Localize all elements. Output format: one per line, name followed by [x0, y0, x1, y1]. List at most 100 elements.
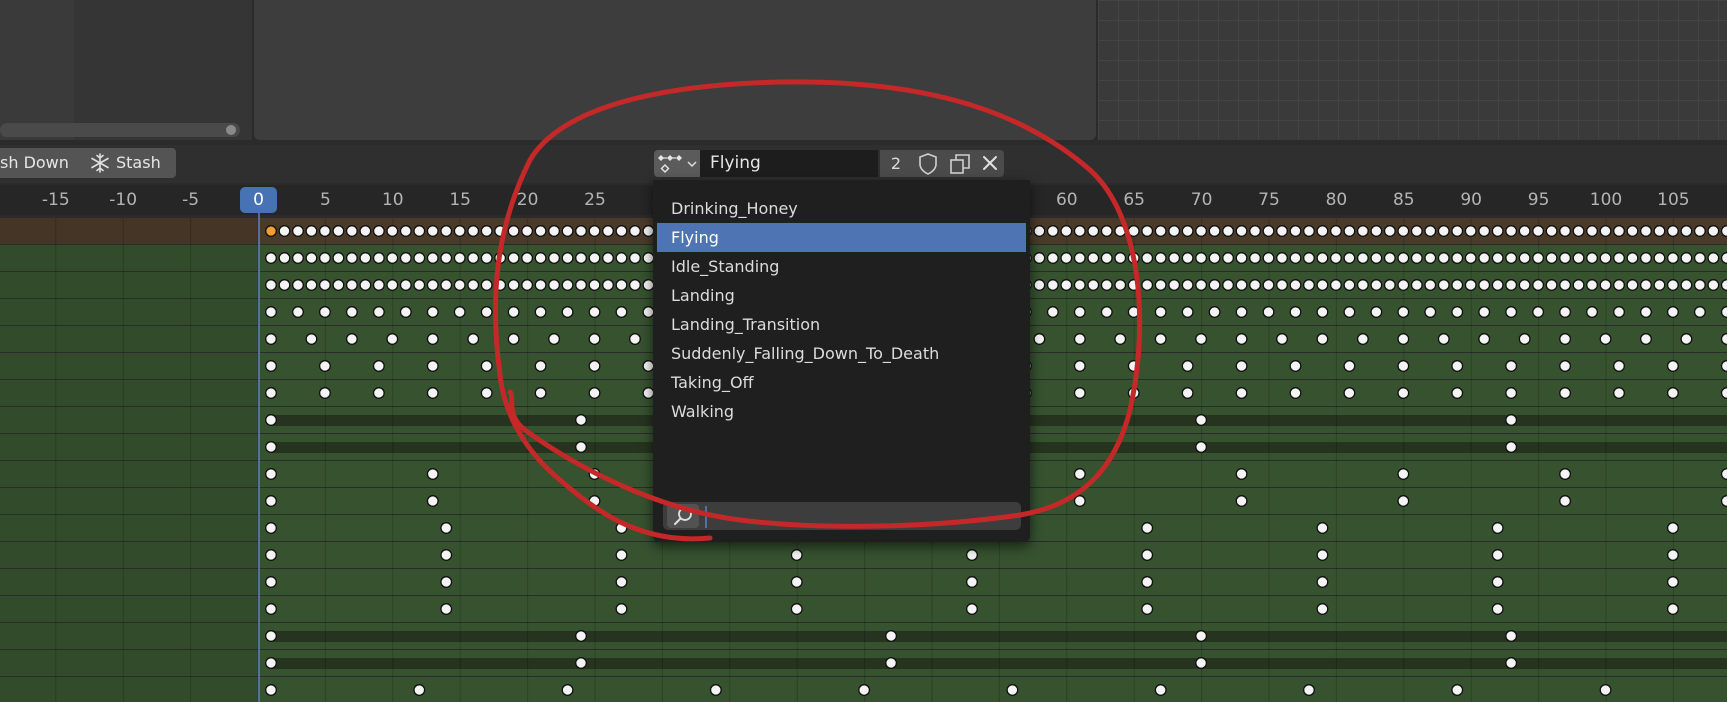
keyframe[interactable] — [507, 306, 520, 318]
keyframe[interactable] — [1505, 414, 1518, 426]
keyframe[interactable] — [615, 279, 628, 291]
keyframe[interactable] — [790, 603, 803, 615]
user-count-badge[interactable]: 2 — [880, 150, 912, 177]
keyframe[interactable] — [521, 225, 534, 237]
keyframe[interactable] — [1356, 333, 1369, 345]
keyframe[interactable] — [629, 279, 641, 291]
keyframe[interactable] — [1383, 279, 1396, 291]
keyframe[interactable] — [1707, 225, 1720, 237]
keyframe[interactable] — [534, 252, 547, 264]
keyframe[interactable] — [1666, 360, 1679, 372]
keyframe[interactable] — [1343, 306, 1356, 318]
keyframe[interactable] — [1343, 225, 1356, 237]
keyframe[interactable] — [575, 441, 587, 453]
keyframe[interactable] — [1451, 279, 1464, 291]
action-item[interactable]: Walking — [657, 397, 1026, 426]
keyframe[interactable] — [1397, 225, 1410, 237]
keyframe[interactable] — [1532, 252, 1545, 264]
keyframe[interactable] — [399, 306, 412, 318]
keyframe[interactable] — [1073, 333, 1086, 345]
keyframe[interactable] — [1289, 306, 1302, 318]
keyframe[interactable] — [467, 252, 480, 264]
keyframe[interactable] — [1424, 279, 1437, 291]
keyframe[interactable] — [265, 576, 277, 588]
keyframe[interactable] — [1235, 387, 1248, 399]
keyframe[interactable] — [615, 252, 628, 264]
keyframe[interactable] — [1276, 225, 1288, 237]
keyframe[interactable] — [453, 279, 466, 291]
keyframe[interactable] — [467, 333, 480, 345]
keyframe[interactable] — [575, 630, 587, 642]
keyframe[interactable] — [1437, 252, 1450, 264]
keyframe[interactable] — [588, 252, 601, 264]
keyframe[interactable] — [372, 279, 385, 291]
keyframe[interactable] — [1100, 225, 1113, 237]
keyframe[interactable] — [265, 684, 277, 696]
keyframe[interactable] — [602, 279, 614, 291]
keyframe[interactable] — [1033, 225, 1046, 237]
keyframe[interactable] — [1666, 306, 1679, 318]
keyframe[interactable] — [1316, 576, 1329, 588]
keyframe[interactable] — [1249, 252, 1261, 264]
keyframe[interactable] — [1289, 252, 1302, 264]
keyframe[interactable] — [1181, 387, 1194, 399]
unlink-action-button[interactable] — [976, 150, 1004, 177]
keyframe[interactable] — [1559, 468, 1572, 480]
keyframe[interactable] — [386, 279, 399, 291]
keyframe[interactable] — [1559, 279, 1572, 291]
keyframe[interactable] — [1073, 279, 1086, 291]
fake-user-button[interactable] — [912, 150, 944, 177]
keyframe[interactable] — [1572, 225, 1585, 237]
keyframe[interactable] — [426, 387, 439, 399]
keyframe[interactable] — [1073, 387, 1086, 399]
keyframe[interactable] — [1491, 279, 1504, 291]
keyframe[interactable] — [1356, 225, 1369, 237]
keyframe[interactable] — [1370, 279, 1383, 291]
keyframe[interactable] — [278, 225, 291, 237]
keyframe[interactable] — [1464, 252, 1477, 264]
keyframe[interactable] — [1410, 225, 1423, 237]
keyframe[interactable] — [1720, 360, 1727, 372]
keyframe[interactable] — [1087, 279, 1100, 291]
horizontal-scrollbar[interactable] — [0, 123, 240, 137]
keyframe[interactable] — [1680, 225, 1693, 237]
keyframe[interactable] — [345, 333, 358, 345]
keyframe[interactable] — [1451, 684, 1464, 696]
keyframe[interactable] — [575, 279, 587, 291]
keyframe[interactable] — [1262, 252, 1275, 264]
keyframe[interactable] — [966, 549, 978, 561]
keyframe[interactable] — [1370, 225, 1383, 237]
keyframe[interactable] — [1559, 360, 1572, 372]
push-down-button[interactable]: sh Down — [0, 148, 88, 178]
new-action-button[interactable] — [944, 150, 976, 177]
keyframe[interactable] — [332, 225, 345, 237]
keyframe[interactable] — [1518, 225, 1531, 237]
keyframe[interactable] — [1451, 252, 1464, 264]
keyframe[interactable] — [521, 279, 534, 291]
keyframe[interactable] — [1505, 225, 1518, 237]
keyframe[interactable] — [265, 657, 277, 669]
keyframe[interactable] — [1599, 684, 1612, 696]
keyframe[interactable] — [265, 414, 277, 426]
keyframe[interactable] — [1640, 225, 1652, 237]
keyframe[interactable] — [1720, 468, 1727, 480]
keyframe[interactable] — [413, 684, 426, 696]
keyframe[interactable] — [1626, 252, 1639, 264]
keyframe[interactable] — [1181, 306, 1194, 318]
keyframe[interactable] — [1235, 225, 1248, 237]
keyframe[interactable] — [1073, 306, 1086, 318]
keyframe[interactable] — [1383, 225, 1396, 237]
keyframe[interactable] — [318, 225, 331, 237]
keyframe[interactable] — [1195, 657, 1208, 669]
keyframe[interactable] — [1437, 279, 1450, 291]
keyframe[interactable] — [426, 306, 439, 318]
keyframe[interactable] — [1640, 279, 1652, 291]
keyframe[interactable] — [1114, 279, 1127, 291]
keyframe[interactable] — [318, 387, 331, 399]
keyframe[interactable] — [345, 306, 358, 318]
keyframe[interactable] — [1222, 252, 1235, 264]
keyframe[interactable] — [1720, 252, 1727, 264]
keyframe[interactable] — [265, 225, 277, 237]
keyframe[interactable] — [265, 333, 277, 345]
keyframe[interactable] — [588, 387, 601, 399]
